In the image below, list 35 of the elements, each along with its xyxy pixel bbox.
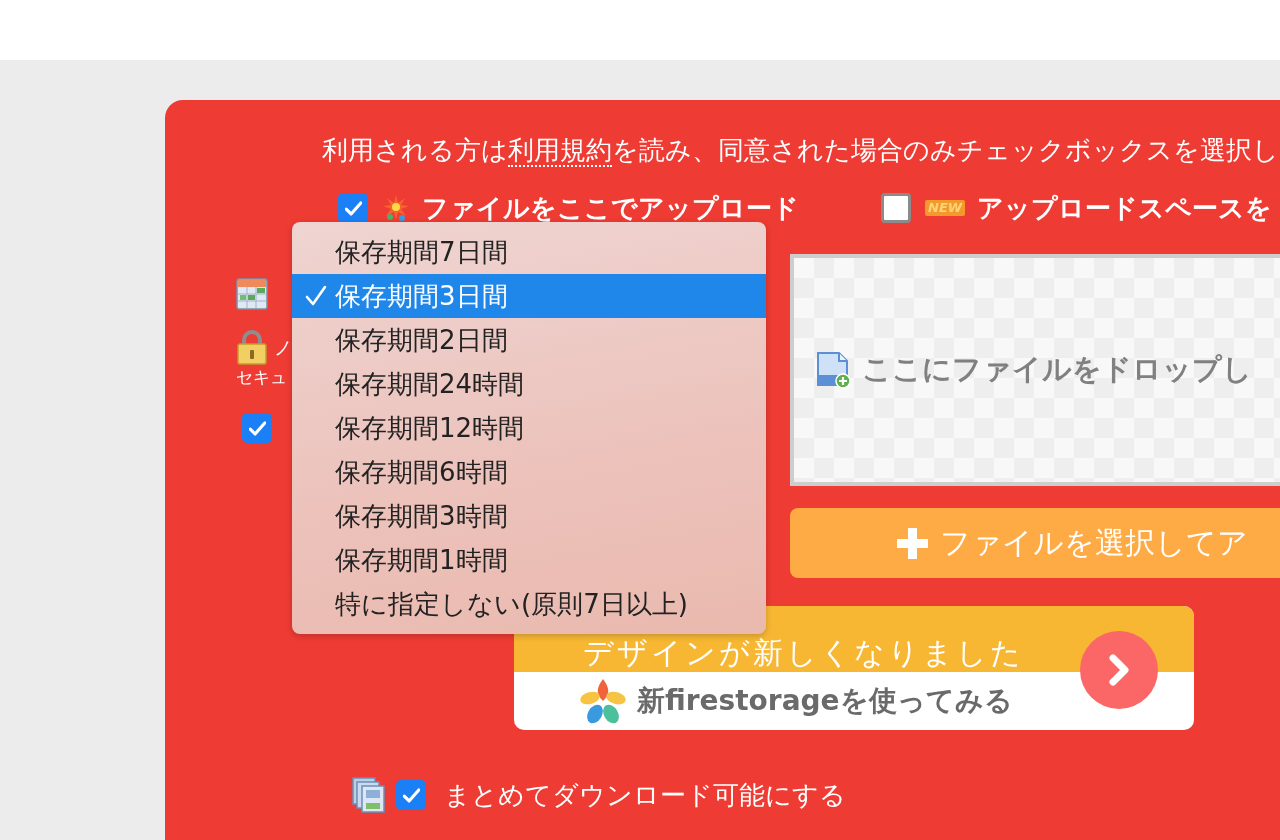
mode-label[interactable]: ファイルをここでアップロード [422, 193, 799, 223]
lock-icon [236, 330, 268, 365]
notice-text: 利用される方は利用規約を読み、同意された場合のみチェックボックスを選択し [321, 134, 1280, 165]
checkbox[interactable] [242, 413, 272, 443]
menu-option[interactable]: 保存期間3時間 [292, 494, 766, 538]
check-icon [305, 285, 327, 307]
password-label: ノ [274, 336, 292, 359]
sparkle-icon [382, 194, 410, 222]
checkmark-icon [248, 420, 266, 436]
stacked-documents-icon [352, 777, 386, 813]
mode-label[interactable]: アップロードスペースを [977, 193, 1273, 223]
banner-headline: デザインが新しくなりました [583, 637, 1024, 669]
drop-zone[interactable]: ここにファイルをドロップし [790, 254, 1280, 486]
chevron-circle-icon [1080, 631, 1158, 709]
menu-option[interactable]: 保存期間6時間 [292, 450, 766, 494]
plus-icon [897, 527, 928, 559]
menu-option[interactable]: 保存期間3日間 [292, 274, 766, 318]
menu-option[interactable]: 保存期間12時間 [292, 406, 766, 450]
checkbox[interactable] [396, 780, 426, 810]
terms-link[interactable]: 利用規約 [508, 135, 612, 167]
checkmark-icon [344, 200, 362, 216]
menu-option[interactable]: 保存期間7日間 [292, 230, 766, 274]
password-note: セキュ [236, 367, 287, 387]
checkbox[interactable] [881, 193, 911, 223]
new-badge: NEW [925, 200, 966, 216]
banner-text: 新firestorageを使ってみる [637, 683, 1013, 719]
menu-option[interactable]: 保存期間1時間 [292, 538, 766, 582]
bulk-download-label[interactable]: まとめてダウンロード可能にする [444, 777, 846, 813]
document-plus-icon [815, 351, 851, 389]
checkmark-icon [402, 787, 420, 803]
menu-option[interactable]: 保存期間24時間 [292, 362, 766, 406]
calendar-icon [236, 278, 268, 310]
checkbox[interactable] [338, 193, 368, 223]
drop-zone-text: ここにファイルをドロップし [862, 351, 1252, 388]
menu-option[interactable]: 保存期間2日間 [292, 318, 766, 362]
